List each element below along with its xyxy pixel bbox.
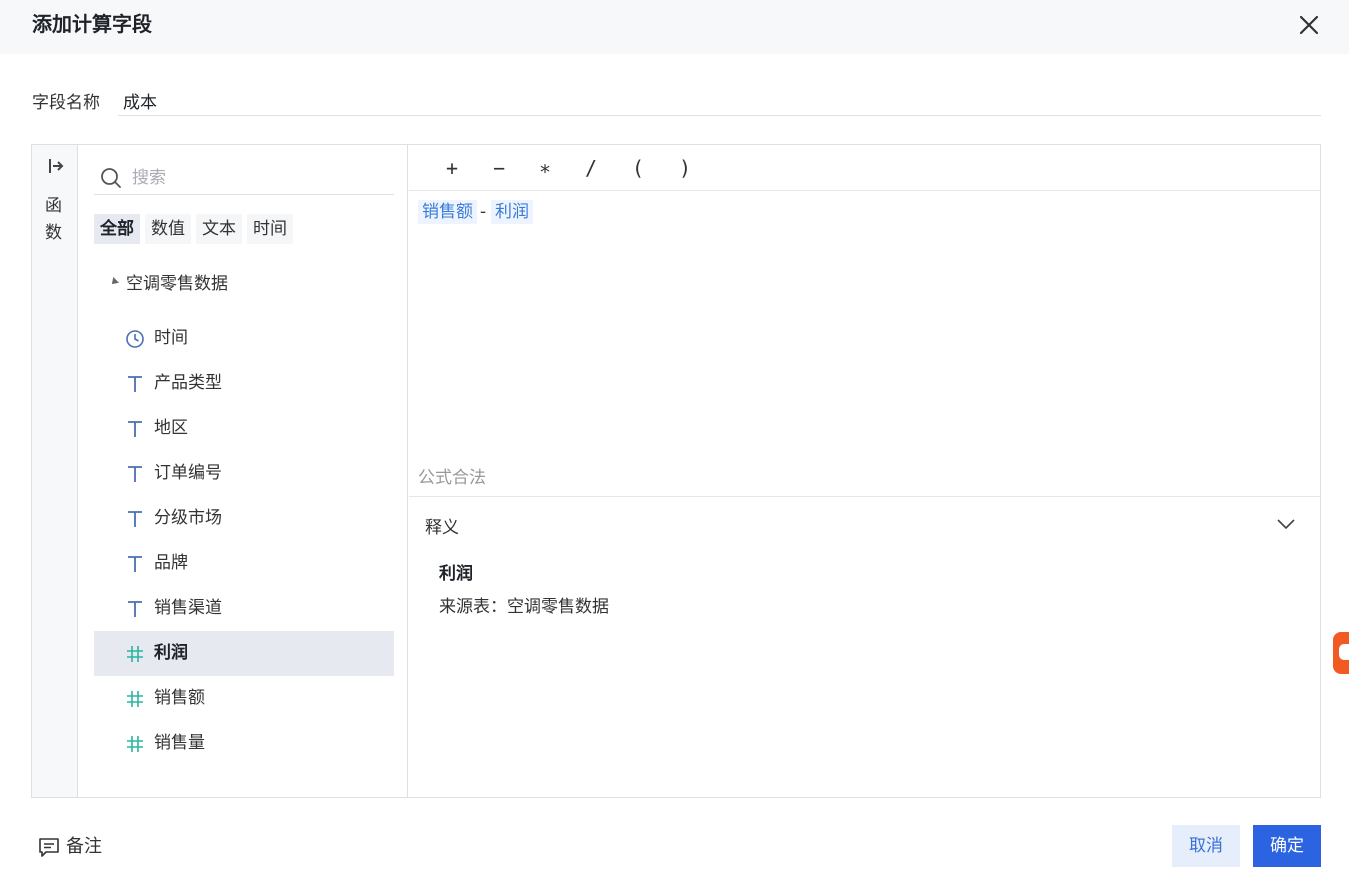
search-input[interactable] <box>132 165 382 191</box>
field-item-time[interactable]: 时间 <box>94 316 394 361</box>
field-name-row: 字段名称 <box>32 86 1321 116</box>
text-type-icon <box>128 466 142 482</box>
field-item-brand[interactable]: 品牌 <box>94 541 394 586</box>
dialog-title: 添加计算字段 <box>32 12 152 36</box>
caret-down-icon <box>109 277 119 287</box>
field-item-label: 时间 <box>154 328 188 348</box>
field-item-label: 销售量 <box>154 733 205 753</box>
field-item-order-number[interactable]: 订单编号 <box>94 451 394 496</box>
formula-status: 公式合法 <box>418 468 486 488</box>
description-panel: 释义 利润 来源表：空调零售数据 <box>409 496 1320 797</box>
badge-icon <box>1339 644 1349 660</box>
field-item-product-type[interactable]: 产品类型 <box>94 361 394 406</box>
table-group-toggle[interactable]: 空调零售数据 <box>109 271 228 297</box>
filter-tab-time[interactable]: 时间 <box>247 214 293 244</box>
field-panel: 全部 数值 文本 时间 空调零售数据 时间 产品类型 <box>78 145 408 797</box>
field-name-input[interactable] <box>118 86 1321 116</box>
expand-panel-icon <box>49 159 64 173</box>
editor-container: 函数 全部 数值 文本 时间 空调零售数据 时间 <box>31 144 1321 798</box>
filter-tab-number[interactable]: 数值 <box>145 214 191 244</box>
text-type-icon <box>128 556 142 572</box>
op-multiply-button[interactable]: ∗ <box>530 153 560 183</box>
filter-tab-text[interactable]: 文本 <box>196 214 242 244</box>
number-type-icon <box>127 646 143 662</box>
number-type-icon <box>127 691 143 707</box>
field-item-profit[interactable]: 利润 <box>94 631 394 676</box>
filter-tabs: 全部 数值 文本 时间 <box>94 214 293 244</box>
search-icon <box>101 168 121 188</box>
field-item-sales-amount[interactable]: 销售额 <box>94 676 394 721</box>
text-type-icon <box>128 511 142 527</box>
clock-icon <box>126 330 144 348</box>
field-item-sales-volume[interactable]: 销售量 <box>94 721 394 766</box>
field-name-label: 字段名称 <box>32 93 100 113</box>
confirm-button[interactable]: 确定 <box>1253 825 1321 867</box>
field-item-label: 利润 <box>154 643 188 663</box>
cancel-button[interactable]: 取消 <box>1172 825 1240 867</box>
field-item-label: 分级市场 <box>154 508 222 528</box>
side-helper-badge[interactable] <box>1333 632 1349 674</box>
text-type-icon <box>128 376 142 392</box>
close-icon <box>1299 15 1319 35</box>
field-item-sales-channel[interactable]: 销售渠道 <box>94 586 394 631</box>
field-search <box>94 161 394 195</box>
field-item-market-tier[interactable]: 分级市场 <box>94 496 394 541</box>
comment-icon <box>39 838 59 857</box>
description-title: 释义 <box>425 518 459 538</box>
text-type-icon <box>128 601 142 617</box>
field-item-region[interactable]: 地区 <box>94 406 394 451</box>
field-item-label: 产品类型 <box>154 373 222 393</box>
field-item-label: 销售渠道 <box>154 598 222 618</box>
field-item-label: 订单编号 <box>154 463 222 483</box>
text-type-icon <box>128 421 142 437</box>
field-item-label: 地区 <box>154 418 188 438</box>
op-plus-button[interactable]: + <box>437 153 467 183</box>
field-item-label: 品牌 <box>154 553 188 573</box>
formula-editor-panel: + − ∗ / ( ) 销售额 - 利润 公式合法 释义 利润 来源表：空调零售… <box>409 145 1320 797</box>
note-label: 备注 <box>66 836 102 857</box>
filter-tab-all[interactable]: 全部 <box>94 214 140 244</box>
chevron-down-icon[interactable] <box>1275 513 1297 535</box>
op-right-paren-button[interactable]: ) <box>670 153 700 183</box>
close-button[interactable] <box>1296 12 1322 38</box>
number-type-icon <box>127 736 143 752</box>
description-source: 来源表：空调零售数据 <box>439 597 609 617</box>
table-group-label: 空调零售数据 <box>126 274 228 294</box>
operator-toolbar: + − ∗ / ( ) <box>409 145 1320 191</box>
dialog-header: 添加计算字段 <box>0 0 1349 54</box>
formula-input-area[interactable]: 销售额 - 利润 <box>409 192 1320 449</box>
op-left-paren-button[interactable]: ( <box>623 153 653 183</box>
formula-token-sales-amount[interactable]: 销售额 <box>418 200 477 224</box>
field-list: 时间 产品类型 地区 订单编号 分级市场 品牌 销售渠道 利润 销售额 销售量 <box>94 316 394 766</box>
formula-operator: - <box>480 202 487 222</box>
functions-rail-label: 函数 <box>45 196 62 243</box>
field-item-label: 销售额 <box>154 688 205 708</box>
op-minus-button[interactable]: − <box>484 153 514 183</box>
description-field-name: 利润 <box>439 564 473 584</box>
op-divide-button[interactable]: / <box>576 153 606 183</box>
formula-token-profit[interactable]: 利润 <box>491 200 533 224</box>
functions-rail-toggle[interactable]: 函数 <box>32 145 78 797</box>
